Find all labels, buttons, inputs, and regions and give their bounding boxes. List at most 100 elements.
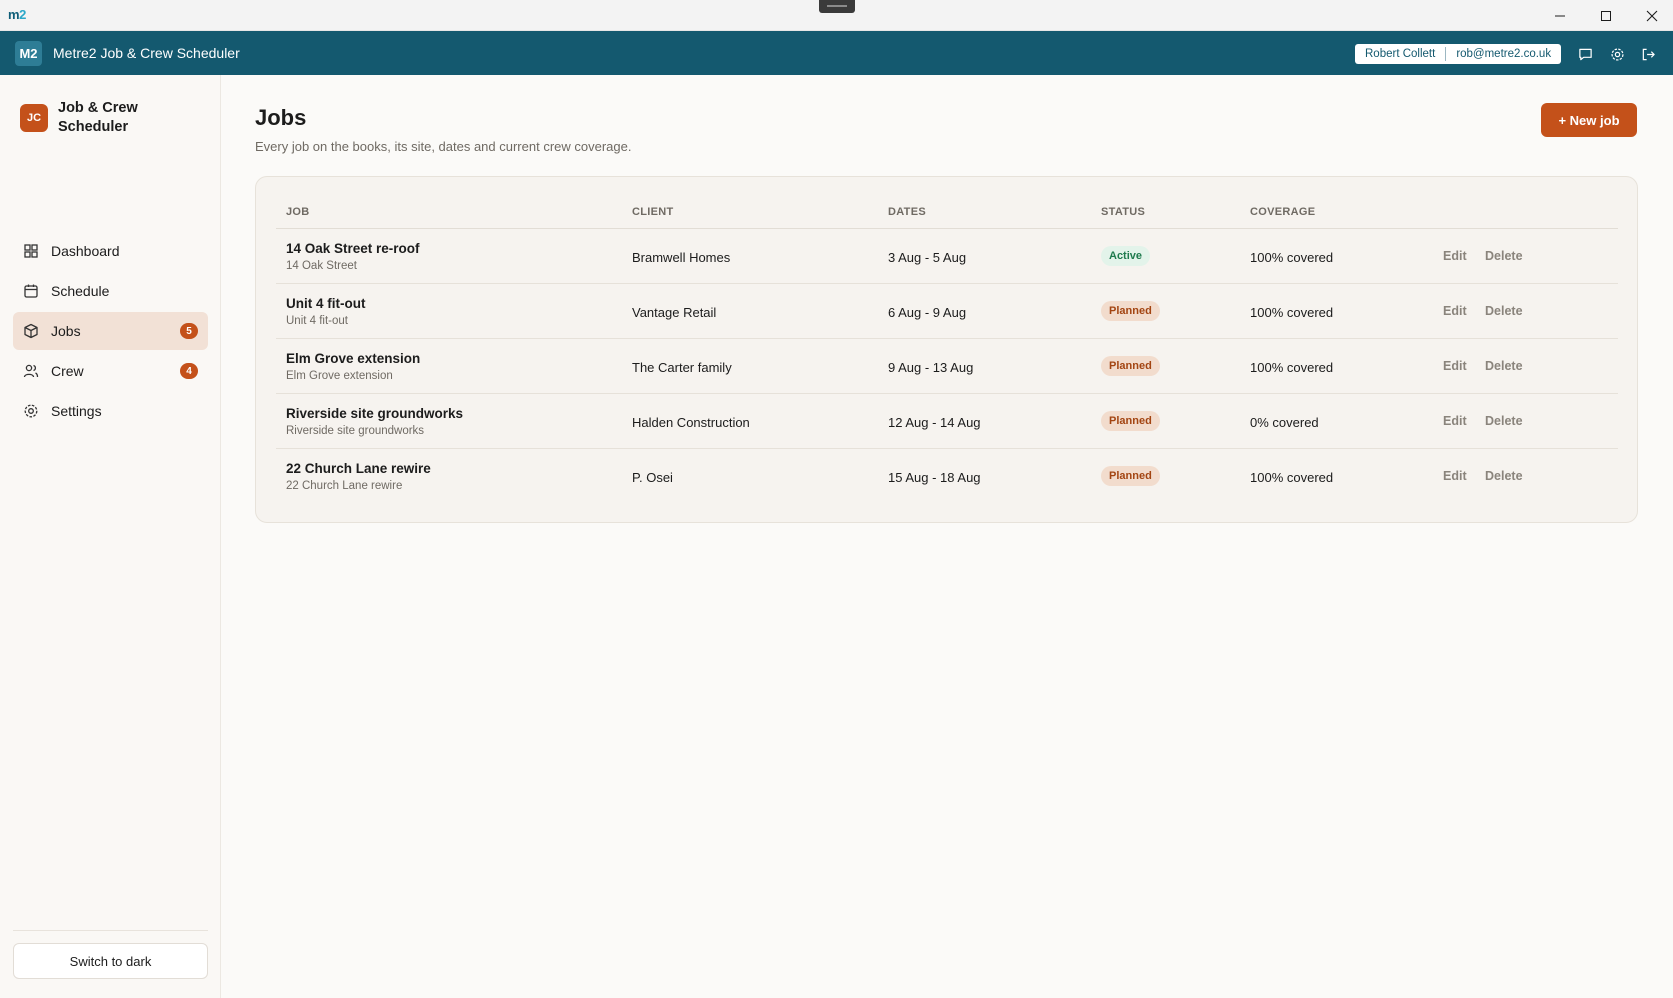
job-dates: 6 Aug - 9 Aug (888, 305, 967, 320)
sidebar-item-jobs[interactable]: Jobs 5 (13, 312, 208, 350)
delete-job-button[interactable]: Delete (1485, 414, 1523, 428)
job-client: P. Osei (632, 470, 673, 485)
job-client: Halden Construction (632, 415, 750, 430)
job-site: 22 Church Lane rewire (286, 480, 403, 492)
column-header-dates: DATES (888, 206, 926, 218)
job-site: Riverside site groundworks (286, 425, 425, 437)
job-client: The Carter family (632, 360, 732, 375)
calendar-icon (24, 284, 38, 298)
table-row: 14 Oak Street re-roof 14 Oak Street Bram… (276, 229, 1618, 284)
job-coverage: 100% covered (1250, 305, 1334, 320)
sidebar-item-label: Crew (51, 363, 84, 379)
status-badge: Planned (1101, 301, 1160, 321)
sidebar-item-label: Settings (51, 403, 102, 419)
status-badge: Planned (1101, 466, 1160, 486)
user-name: Robert Collett (1355, 47, 1447, 61)
job-client: Vantage Retail (632, 305, 717, 320)
switch-theme-button[interactable]: Switch to dark (13, 943, 208, 979)
column-header-job: JOB (286, 206, 310, 218)
table-row: Unit 4 fit-out Unit 4 fit-out Vantage Re… (276, 284, 1618, 339)
app-logo: m2 (8, 7, 26, 22)
sidebar-item-settings[interactable]: Settings (13, 392, 208, 430)
job-dates: 3 Aug - 5 Aug (888, 250, 967, 265)
edit-job-button[interactable]: Edit (1443, 359, 1467, 373)
table-row: 22 Church Lane rewire 22 Church Lane rew… (276, 449, 1618, 504)
user-email: rob@metre2.co.uk (1456, 48, 1552, 60)
gear-icon (1610, 47, 1624, 61)
job-name: Riverside site groundworks (286, 406, 464, 421)
jobs-table-body: 14 Oak Street re-roof 14 Oak Street Bram… (276, 229, 1618, 504)
job-name: Elm Grove extension (286, 351, 421, 366)
delete-job-button[interactable]: Delete (1485, 469, 1523, 483)
header-settings-button[interactable] (1607, 44, 1627, 64)
user-account-box[interactable]: Robert Collett rob@metre2.co.uk (1355, 44, 1562, 64)
main-content: Jobs Every job on the books, its site, d… (221, 75, 1673, 998)
grid-icon (24, 244, 38, 258)
sidebar-item-crew[interactable]: Crew 4 (13, 352, 208, 390)
page-subtitle: Every job on the books, its site, dates … (255, 139, 632, 154)
sidebar: JC Job & Crew Scheduler Dashboard Schedu… (0, 75, 221, 998)
brand-logo: JC (20, 104, 48, 132)
job-coverage: 100% covered (1250, 360, 1334, 375)
delete-job-button[interactable]: Delete (1485, 304, 1523, 318)
status-badge: Planned (1101, 356, 1160, 376)
sidebar-item-label: Jobs (51, 323, 81, 339)
job-client: Bramwell Homes (632, 250, 731, 265)
sidebar-item-schedule[interactable]: Schedule (13, 272, 208, 310)
sidebar-divider (13, 930, 208, 931)
minimize-button[interactable] (1537, 0, 1583, 31)
sidebar-item-label: Dashboard (51, 243, 120, 259)
edit-job-button[interactable]: Edit (1443, 414, 1467, 428)
table-row: Elm Grove extension Elm Grove extension … (276, 339, 1618, 394)
app-badge: M2 (15, 41, 42, 66)
maximize-icon (1601, 10, 1611, 21)
delete-job-button[interactable]: Delete (1485, 359, 1523, 373)
sidebar-item-dashboard[interactable]: Dashboard (13, 232, 208, 270)
maximize-button[interactable] (1583, 0, 1629, 31)
delete-job-button[interactable]: Delete (1485, 249, 1523, 263)
edit-job-button[interactable]: Edit (1443, 249, 1467, 263)
chat-icon (1578, 48, 1592, 60)
job-site: Unit 4 fit-out (286, 315, 348, 327)
edit-job-button[interactable]: Edit (1443, 469, 1467, 483)
status-badge: Planned (1101, 411, 1160, 431)
logout-icon (1642, 48, 1655, 60)
gear-icon (24, 404, 38, 418)
close-icon (1646, 10, 1658, 21)
window-title-bar: m2 (0, 0, 1673, 31)
new-job-button[interactable]: + New job (1541, 103, 1637, 137)
jobs-table-card: JOB CLIENT DATES STATUS COVERAGE 14 Oak … (255, 176, 1638, 523)
table-header: JOB CLIENT DATES STATUS COVERAGE (276, 203, 1618, 229)
job-name: 14 Oak Street re-roof (286, 241, 420, 256)
job-dates: 9 Aug - 13 Aug (888, 360, 974, 375)
status-badge: Active (1101, 246, 1151, 266)
job-site: 14 Oak Street (286, 260, 357, 272)
job-dates: 15 Aug - 18 Aug (888, 470, 981, 485)
page-title: Jobs (255, 105, 307, 130)
crew-count-badge: 4 (180, 363, 198, 379)
brand-name: Job & Crew Scheduler (58, 100, 138, 135)
app-header: M2 Metre2 Job & Crew Scheduler Robert Co… (0, 31, 1673, 75)
box-icon (24, 323, 38, 339)
minimize-icon (1555, 15, 1565, 16)
job-coverage: 100% covered (1250, 250, 1334, 265)
close-window-button[interactable] (1629, 0, 1673, 31)
job-coverage: 0% covered (1250, 415, 1319, 430)
column-header-status: STATUS (1101, 206, 1146, 218)
column-header-client: CLIENT (632, 206, 674, 218)
job-name: Unit 4 fit-out (286, 296, 366, 311)
logout-button[interactable] (1638, 44, 1658, 64)
column-header-coverage: COVERAGE (1250, 206, 1316, 218)
edit-job-button[interactable]: Edit (1443, 304, 1467, 318)
users-icon (23, 364, 39, 378)
sidebar-item-label: Schedule (51, 283, 110, 299)
job-site: Elm Grove extension (286, 370, 393, 382)
table-row: Riverside site groundworks Riverside sit… (276, 394, 1618, 449)
snap-grip[interactable] (819, 0, 855, 13)
jobs-count-badge: 5 (180, 323, 198, 339)
job-coverage: 100% covered (1250, 470, 1334, 485)
job-name: 22 Church Lane rewire (286, 461, 431, 476)
app-title: Metre2 Job & Crew Scheduler (53, 45, 240, 61)
sidebar-brand: JC Job & Crew Scheduler (20, 99, 158, 137)
messages-button[interactable] (1575, 44, 1595, 64)
